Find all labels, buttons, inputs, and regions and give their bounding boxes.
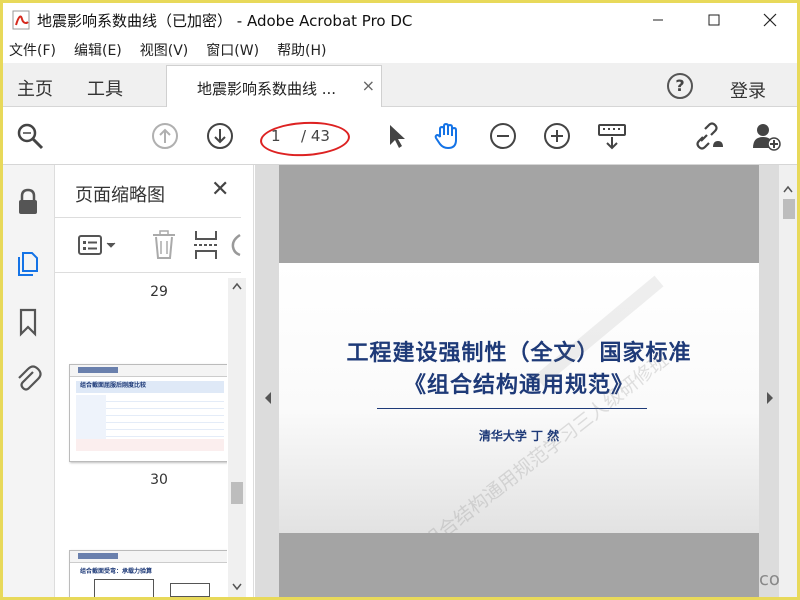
close-icon [763,13,777,27]
menu-window[interactable]: 窗口(W) [206,40,259,60]
document-title-line1: 工程建设强制性（全文）国家标准 [346,341,692,366]
thumb-31-heading: 组合截面受弯：承载力验算 [80,568,153,575]
thumbnail-options-bar [55,217,241,273]
share-link-icon[interactable] [695,121,725,151]
thumbnail-list: 29 组合截面屈服后刚度比较 30 组合截面受弯：承载力验算 [55,274,227,597]
main-toolbar: 1 / 43 [3,107,797,165]
maximize-icon [708,14,720,26]
thumbnail-scroll-thumb[interactable] [231,482,243,504]
document-page: 工程建设强制性（全文）国家标准 《组合结构通用规范》 清华大学 丁 然 组合结构… [279,263,759,553]
next-page-icon[interactable] [205,121,235,151]
zoom-out-icon[interactable] [488,121,518,151]
scroll-up-icon[interactable] [232,282,242,290]
watermark-stroke-icon [534,275,664,387]
menu-edit[interactable]: 编辑(E) [74,40,122,60]
page-thumbnail-30[interactable]: 组合截面屈服后刚度比较 [69,364,227,462]
thumbnail-options-icon[interactable] [77,234,117,258]
minimize-icon [653,19,663,21]
attachment-icon[interactable] [13,363,43,393]
tab-bar: 主页 工具 地震影响系数曲线 ... × ? 登录 [3,63,797,107]
red-annotation-ellipse [259,119,351,159]
document-title-line2: 《组合结构通用规范》 [403,373,634,398]
find-icon[interactable] [15,121,45,151]
document-scroll-thumb[interactable] [783,199,795,219]
previous-page-icon[interactable] [150,121,180,151]
scroll-down-icon[interactable] [232,583,242,591]
previous-page-arrow-icon[interactable] [263,391,273,405]
lock-icon[interactable] [13,187,43,217]
login-button[interactable]: 登录 [730,77,766,103]
bookmark-icon[interactable] [13,307,43,337]
document-author: 清华大学 丁 然 [478,429,560,443]
navigation-rail [3,165,55,597]
help-button[interactable]: ? [667,73,693,99]
page-thumbnails-panel: 页面缩略图 ✕ 29 组合截面屈服后刚度比较 30 组合截面受弯：承载力验算 [55,165,254,597]
menu-help[interactable]: 帮助(H) [277,40,326,60]
document-tab-close-button[interactable]: × [362,76,375,95]
next-page-arrow-icon[interactable] [765,391,775,405]
thumb-30-heading: 组合截面屈服后刚度比较 [80,382,147,389]
tab-document[interactable]: 地震影响系数曲线 ... × [166,65,382,107]
hand-tool-icon[interactable] [431,121,461,151]
menu-file[interactable]: 文件(F) [9,40,56,60]
rotate-pages-icon[interactable] [231,232,241,258]
page-label-29: 29 [150,284,168,300]
next-page-region [279,533,759,597]
maximize-button[interactable] [691,3,737,37]
previous-page-region [279,165,759,263]
panel-title: 页面缩略图 [75,185,165,206]
page-thumbnail-31[interactable]: 组合截面受弯：承载力验算 [69,550,227,597]
close-window-button[interactable] [747,3,793,37]
acrobat-window: 地震影响系数曲线（已加密） - Adobe Acrobat Pro DC 文件(… [3,3,797,597]
menu-bar: 文件(F) 编辑(E) 视图(V) 窗口(W) 帮助(H) [3,37,797,63]
thumbnail-scrollbar[interactable] [228,278,246,597]
add-user-icon[interactable] [751,121,781,151]
tab-tools[interactable]: 工具 [87,75,123,101]
window-title: 地震影响系数曲线（已加密） - Adobe Acrobat Pro DC [37,12,413,30]
page-thumbnails-icon[interactable] [13,247,43,277]
split-pages-icon[interactable] [193,230,219,260]
watermark-fragment-top [529,271,669,391]
panel-close-button[interactable]: ✕ [211,177,229,202]
tab-home[interactable]: 主页 [17,75,53,101]
delete-pages-icon[interactable] [151,230,177,260]
doc-scroll-up-icon[interactable] [783,185,793,193]
document-tab-label: 地震影响系数曲线 ... [197,80,337,98]
document-scrollbar[interactable] [779,165,797,597]
zoom-in-icon[interactable] [542,121,572,151]
keyboard-marquee-icon[interactable] [597,121,627,151]
document-view[interactable]: 工程建设强制性（全文）国家标准 《组合结构通用规范》 清华大学 丁 然 组合结构… [255,165,797,597]
page-label-30: 30 [150,472,168,488]
minimize-button[interactable] [635,3,681,37]
acrobat-app-icon [12,10,30,30]
select-cursor-icon[interactable] [381,121,411,151]
title-bar: 地震影响系数曲线（已加密） - Adobe Acrobat Pro DC [3,3,797,37]
menu-view[interactable]: 视图(V) [140,40,189,60]
